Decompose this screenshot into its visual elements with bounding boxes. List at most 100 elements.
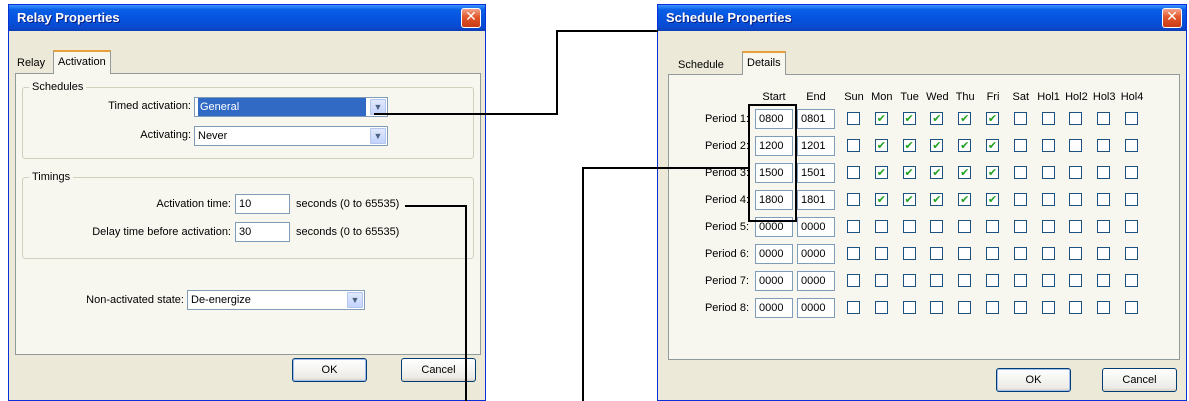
period-end-input[interactable]: 0801 [797,109,835,129]
activation-time-input[interactable]: 10 [235,194,290,214]
relay-titlebar[interactable]: Relay Properties [9,5,485,31]
day-checkbox-thu[interactable]: ✔ [958,193,972,206]
day-checkbox-thu[interactable] [958,220,972,233]
tab-relay[interactable]: Relay [13,53,49,73]
day-checkbox-fri[interactable] [986,220,999,233]
schedule-close-button[interactable]: ✕ [1162,8,1182,28]
day-checkbox-hol4[interactable] [1125,139,1138,152]
day-checkbox-mon[interactable]: ✔ [874,166,888,179]
day-checkbox-sun[interactable] [847,139,860,152]
day-checkbox-thu[interactable] [958,301,972,314]
day-checkbox-hol1[interactable] [1041,112,1055,125]
day-checkbox-hol4[interactable] [1125,112,1138,125]
day-checkbox-fri[interactable]: ✔ [986,112,999,125]
day-checkbox-tue[interactable] [902,301,916,314]
day-checkbox-wed[interactable] [930,301,944,314]
day-checkbox-sat[interactable] [1013,301,1027,314]
day-checkbox-hol4[interactable] [1125,301,1138,314]
day-checkbox-wed[interactable]: ✔ [930,193,944,206]
period-end-input[interactable]: 0000 [797,298,835,318]
day-checkbox-wed[interactable] [930,247,944,260]
period-end-input[interactable]: 1201 [797,136,835,156]
chevron-down-icon[interactable]: ▼ [370,128,386,144]
day-checkbox-hol1[interactable] [1041,220,1055,233]
day-checkbox-hol2[interactable] [1069,247,1083,260]
period-end-input[interactable]: 0000 [797,244,835,264]
nonactivated-state-dropdown[interactable]: De-energize ▼ [187,290,365,310]
period-end-input[interactable]: 1501 [797,163,835,183]
day-checkbox-hol2[interactable] [1069,112,1083,125]
day-checkbox-mon[interactable]: ✔ [874,139,888,152]
day-checkbox-hol1[interactable] [1041,193,1055,206]
day-checkbox-thu[interactable]: ✔ [958,166,972,179]
day-checkbox-sun[interactable] [847,112,860,125]
day-checkbox-sun[interactable] [847,166,860,179]
day-checkbox-sat[interactable] [1013,166,1027,179]
day-checkbox-hol1[interactable] [1041,274,1055,287]
day-checkbox-sun[interactable] [847,220,860,233]
day-checkbox-hol3[interactable] [1097,193,1111,206]
day-checkbox-fri[interactable]: ✔ [986,193,999,206]
day-checkbox-sun[interactable] [847,247,860,260]
day-checkbox-thu[interactable] [958,247,972,260]
delay-time-input[interactable]: 30 [235,222,290,242]
day-checkbox-hol2[interactable] [1069,220,1083,233]
schedule-ok-button[interactable]: OK [996,368,1071,392]
period-start-input[interactable]: 0000 [755,271,793,291]
day-checkbox-wed[interactable] [930,220,944,233]
schedule-cancel-button[interactable]: Cancel [1102,368,1177,392]
day-checkbox-tue[interactable] [902,247,916,260]
tab-details[interactable]: Details [742,51,786,75]
day-checkbox-fri[interactable]: ✔ [986,166,999,179]
day-checkbox-wed[interactable]: ✔ [930,139,944,152]
relay-close-button[interactable]: ✕ [461,8,481,28]
day-checkbox-thu[interactable]: ✔ [958,139,972,152]
day-checkbox-hol3[interactable] [1097,139,1111,152]
day-checkbox-wed[interactable] [930,274,944,287]
day-checkbox-mon[interactable] [874,247,888,260]
day-checkbox-hol1[interactable] [1041,301,1055,314]
day-checkbox-fri[interactable] [986,274,999,287]
activating-dropdown[interactable]: Never ▼ [194,126,388,146]
day-checkbox-sun[interactable] [847,274,860,287]
day-checkbox-hol1[interactable] [1041,247,1055,260]
day-checkbox-hol3[interactable] [1097,274,1111,287]
period-end-input[interactable]: 1801 [797,190,835,210]
day-checkbox-tue[interactable]: ✔ [902,139,916,152]
day-checkbox-hol4[interactable] [1125,166,1138,179]
day-checkbox-sun[interactable] [847,301,860,314]
day-checkbox-hol3[interactable] [1097,166,1111,179]
day-checkbox-hol2[interactable] [1069,193,1083,206]
day-checkbox-tue[interactable]: ✔ [902,166,916,179]
timed-activation-dropdown[interactable]: General ▼ [194,97,388,117]
day-checkbox-sat[interactable] [1013,193,1027,206]
period-start-input[interactable]: 0000 [755,244,793,264]
day-checkbox-hol4[interactable] [1125,193,1138,206]
day-checkbox-hol2[interactable] [1069,274,1083,287]
day-checkbox-thu[interactable]: ✔ [958,112,972,125]
day-checkbox-tue[interactable] [902,220,916,233]
day-checkbox-wed[interactable]: ✔ [930,112,944,125]
day-checkbox-hol2[interactable] [1069,139,1083,152]
day-checkbox-fri[interactable]: ✔ [986,139,999,152]
day-checkbox-hol2[interactable] [1069,166,1083,179]
period-start-input[interactable]: 0000 [755,298,793,318]
day-checkbox-mon[interactable]: ✔ [874,112,888,125]
day-checkbox-hol4[interactable] [1125,247,1138,260]
day-checkbox-hol4[interactable] [1125,220,1138,233]
schedule-titlebar[interactable]: Schedule Properties [658,5,1186,31]
day-checkbox-thu[interactable] [958,274,972,287]
day-checkbox-wed[interactable]: ✔ [930,166,944,179]
day-checkbox-sat[interactable] [1013,220,1027,233]
day-checkbox-sat[interactable] [1013,247,1027,260]
day-checkbox-mon[interactable] [874,220,888,233]
day-checkbox-hol3[interactable] [1097,301,1111,314]
day-checkbox-hol3[interactable] [1097,112,1111,125]
day-checkbox-hol1[interactable] [1041,166,1055,179]
day-checkbox-hol3[interactable] [1097,220,1111,233]
day-checkbox-hol2[interactable] [1069,301,1083,314]
day-checkbox-fri[interactable] [986,301,999,314]
relay-ok-button[interactable]: OK [292,358,367,382]
day-checkbox-mon[interactable] [874,301,888,314]
day-checkbox-mon[interactable]: ✔ [874,193,888,206]
